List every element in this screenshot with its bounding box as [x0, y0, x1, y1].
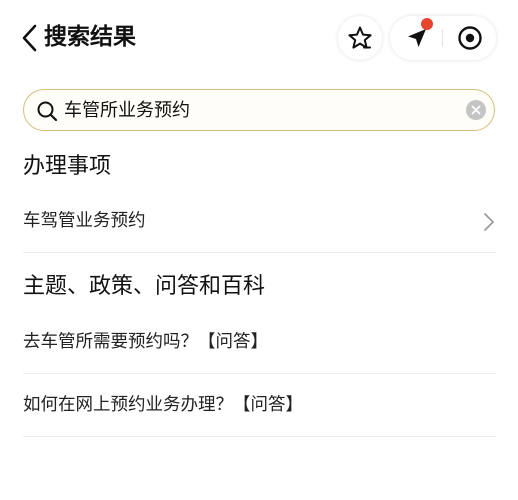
notification-dot [421, 18, 433, 30]
search-query: 车管所业务预约 [64, 100, 190, 121]
clear-search-button[interactable] [466, 100, 486, 120]
header-bar: 搜索结果 [0, 0, 518, 76]
list-item-label: 去车管所需要预约吗？【问答】 [23, 332, 268, 352]
star-icon [348, 26, 372, 49]
close-button[interactable] [443, 16, 496, 60]
chevron-left-icon [22, 24, 37, 52]
clear-x-icon [471, 105, 481, 115]
search-input[interactable]: 车管所业务预约 [23, 89, 495, 131]
favorite-button[interactable] [338, 16, 382, 60]
page-title: 搜索结果 [44, 24, 136, 50]
list-item-label: 如何在网上预约业务办理？【问答】 [23, 395, 303, 415]
search-icon [37, 101, 58, 122]
section-title-services: 办理事项 [23, 154, 112, 179]
search-results-page: 搜索结果 车管所业务预约 办理事项 车驾管业务预约 主题、政策、问答和百科 去车… [0, 0, 518, 500]
mini-program-capsule [390, 16, 496, 60]
chevron-right-icon [484, 213, 494, 231]
section-title-topics: 主题、政策、问答和百科 [23, 274, 266, 299]
back-button[interactable] [16, 22, 42, 54]
list-item-label: 车驾管业务预约 [23, 211, 146, 231]
location-button[interactable] [390, 16, 443, 60]
target-circle-icon [457, 26, 482, 50]
list-item-service[interactable]: 车驾管业务预约 [23, 191, 496, 253]
list-item-qa[interactable]: 去车管所需要预约吗？【问答】 [23, 312, 496, 374]
list-item-qa[interactable]: 如何在网上预约业务办理？【问答】 [23, 375, 496, 437]
